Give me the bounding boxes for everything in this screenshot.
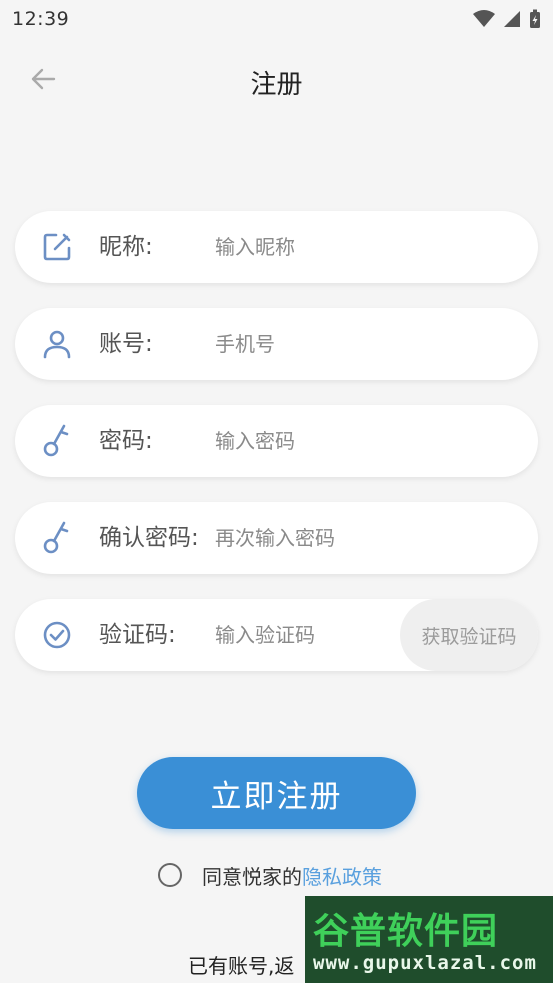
register-button[interactable]: 立即注册 bbox=[137, 757, 416, 829]
confirm-password-field: 确认密码: bbox=[15, 502, 538, 574]
watermark-url: www.gupuxlazal.com bbox=[313, 952, 537, 974]
password-input[interactable] bbox=[215, 421, 515, 461]
get-code-button[interactable]: 获取验证码 bbox=[400, 599, 538, 671]
user-icon bbox=[41, 328, 73, 360]
key-icon bbox=[41, 521, 73, 554]
edit-icon bbox=[41, 231, 73, 263]
key-icon bbox=[41, 424, 73, 457]
app-header: 注册 bbox=[0, 50, 553, 110]
login-prompt[interactable]: 已有账号,返 bbox=[188, 950, 294, 979]
account-input[interactable] bbox=[215, 324, 515, 364]
account-field: 账号: bbox=[15, 308, 538, 380]
status-time: 12:39 bbox=[12, 8, 70, 30]
confirm-password-input[interactable] bbox=[215, 518, 515, 558]
watermark-logo: 谷普软件园 www.gupuxlazal.com bbox=[305, 896, 553, 983]
nickname-input[interactable] bbox=[215, 227, 515, 267]
agreement-radio[interactable] bbox=[158, 863, 182, 887]
verification-code-label: 验证码: bbox=[99, 622, 176, 648]
password-field: 密码: bbox=[15, 405, 538, 477]
privacy-policy-link[interactable]: 隐私政策 bbox=[302, 861, 382, 890]
agreement-text: 同意悦家的 bbox=[202, 864, 302, 889]
password-label: 密码: bbox=[99, 428, 153, 454]
verification-code-input[interactable] bbox=[215, 615, 395, 655]
confirm-password-label: 确认密码: bbox=[99, 525, 199, 551]
page-title: 注册 bbox=[250, 70, 303, 100]
signal-icon bbox=[504, 11, 520, 27]
check-circle-icon bbox=[41, 619, 73, 651]
status-bar: 12:39 bbox=[0, 0, 553, 38]
status-icons bbox=[473, 9, 541, 29]
agreement-row: 同意悦家的 隐私政策 bbox=[158, 858, 382, 892]
nickname-field: 昵称: bbox=[15, 211, 538, 283]
wifi-icon bbox=[473, 10, 495, 27]
battery-icon bbox=[530, 9, 540, 28]
account-label: 账号: bbox=[99, 331, 153, 357]
verification-code-field: 验证码: 获取验证码 bbox=[15, 599, 538, 671]
watermark-title: 谷普软件园 bbox=[313, 911, 499, 952]
nickname-label: 昵称: bbox=[99, 234, 153, 260]
